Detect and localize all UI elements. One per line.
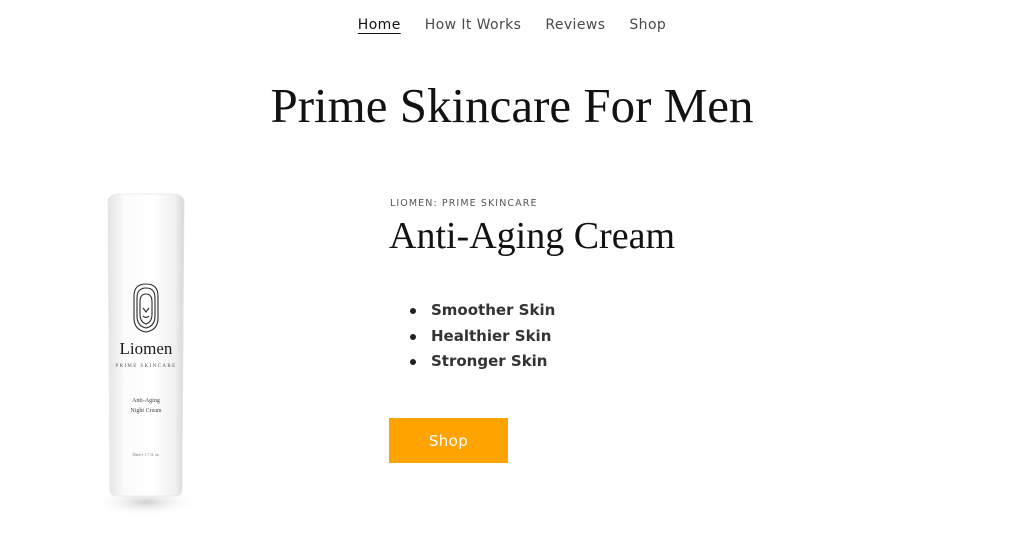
product-volume-text: 50ml e 1.7 fl. oz. [132,452,159,457]
bullet-icon [410,359,416,365]
nav-item-reviews[interactable]: Reviews [545,14,605,36]
benefit-item: Stronger Skin [410,349,555,375]
top-navigation: Home How It Works Reviews Shop [0,14,1024,36]
benefit-label: Stronger Skin [431,352,548,370]
benefit-label: Smoother Skin [431,301,556,319]
product-brand-text: Liomen [120,339,173,358]
page-title: Prime Skincare For Men [270,78,754,133]
nav-item-how-it-works[interactable]: How It Works [425,14,522,36]
product-line2-text: Night Cream [130,408,161,414]
bullet-icon [410,308,416,314]
benefits-list: Smoother Skin Healthier Skin Stronger Sk… [410,298,555,375]
nav-item-home[interactable]: Home [358,14,401,36]
nav-item-shop[interactable]: Shop [629,14,666,36]
product-eyebrow: LIOMEN: PRIME SKINCARE [390,198,538,209]
product-tagline-text: PRIME SKINCARE [115,364,176,369]
benefit-item: Smoother Skin [410,298,555,324]
product-image: Liomen PRIME SKINCARE Anti-Aging Night C… [94,193,198,516]
bullet-icon [410,333,416,340]
product-line1-text: Anti-Aging [132,398,160,404]
benefit-item: Healthier Skin [410,324,555,350]
shop-button[interactable]: Shop [389,418,508,463]
product-title: Anti-Aging Cream [389,215,676,257]
benefit-label: Healthier Skin [431,326,552,345]
